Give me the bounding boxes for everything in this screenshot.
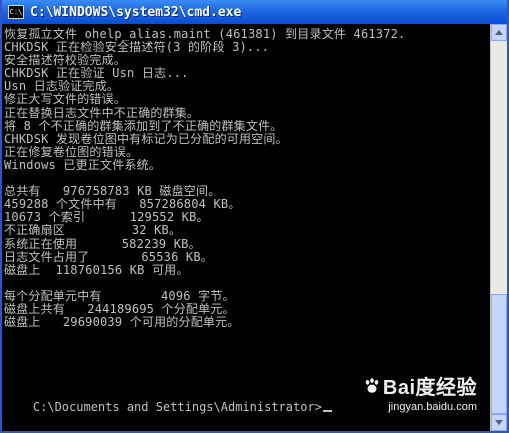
- vertical-scrollbar[interactable]: [490, 24, 507, 431]
- console-line: 正在修复卷位图的错误。: [4, 145, 139, 159]
- baidu-watermark: Bai度经验 jingyan.baidu.com: [363, 371, 477, 413]
- console-line: 总共有 976758783 KB 磁盘空间。: [4, 185, 221, 199]
- console-line: 系统正在使用 582239 KB。: [4, 237, 201, 251]
- scroll-down-button[interactable]: [491, 414, 507, 431]
- console-line: 将 8 个不正确的群集添加到了不正确的群集文件。: [4, 119, 283, 133]
- console-line: CHKDSK 正在检验安全描述符(3 的阶段 3)...: [4, 41, 270, 55]
- console-line: CHKDSK 发现卷位图中有标记为已分配的可用空间。: [4, 132, 288, 146]
- text-cursor: [322, 410, 332, 412]
- console-line: Usn 日志验证完成。: [4, 80, 120, 94]
- title-bar[interactable]: C:\ C:\WINDOWS\system32\cmd.exe: [2, 0, 507, 24]
- console-output[interactable]: 恢复孤立文件 ohelp_alias.maint (461381) 到目录文件 …: [4, 28, 489, 428]
- watermark-brand-text: Bai度经验: [382, 377, 477, 399]
- console-line: 磁盘上共有 244189695 个分配单元。: [4, 302, 235, 316]
- console-line: 正在替换日志文件中不正确的群集。: [4, 106, 200, 120]
- cmd-window: C:\ C:\WINDOWS\system32\cmd.exe 恢复孤立文件 o…: [0, 0, 509, 433]
- console-line: 安全描述符校验完成。: [4, 54, 127, 68]
- cmd-app-icon[interactable]: C:\: [8, 5, 24, 19]
- arrow-up-icon: [495, 30, 503, 35]
- console-line: 修正大写文件的错误。: [4, 93, 127, 107]
- prompt-text: C:\Documents and Settings\Administrator>: [32, 400, 322, 414]
- console-line: 不正确扇区 32 KB。: [4, 224, 182, 238]
- console-line: 磁盘上 29690039 个可用的分配单元。: [4, 316, 240, 330]
- console-line: 10673 个索引 129552 KB。: [4, 211, 209, 225]
- command-prompt[interactable]: C:\Documents and Settings\Administrator>: [4, 386, 332, 428]
- paw-icon: [365, 377, 379, 393]
- console-line: Windows 已更正文件系统。: [4, 158, 161, 172]
- console-line: 日志文件占用了 65536 KB。: [4, 250, 213, 264]
- arrow-down-icon: [495, 420, 503, 425]
- scroll-up-button[interactable]: [491, 24, 507, 41]
- console-line: 459288 个文件中有 857286804 KB。: [4, 198, 241, 212]
- watermark-url: jingyan.baidu.com: [388, 401, 477, 413]
- console-line: 恢复孤立文件 ohelp_alias.maint (461381) 到目录文件 …: [4, 28, 406, 41]
- console-line: CHKDSK 正在验证 Usn 日志...: [4, 67, 189, 81]
- watermark-brand: Bai度经验: [363, 371, 477, 400]
- scrollbar-thumb[interactable]: [491, 294, 507, 414]
- console-line: 磁盘上 118760156 KB 可用。: [4, 263, 189, 277]
- console-line: 每个分配单元中有 4096 字节。: [4, 289, 235, 303]
- window-title: C:\WINDOWS\system32\cmd.exe: [30, 4, 242, 20]
